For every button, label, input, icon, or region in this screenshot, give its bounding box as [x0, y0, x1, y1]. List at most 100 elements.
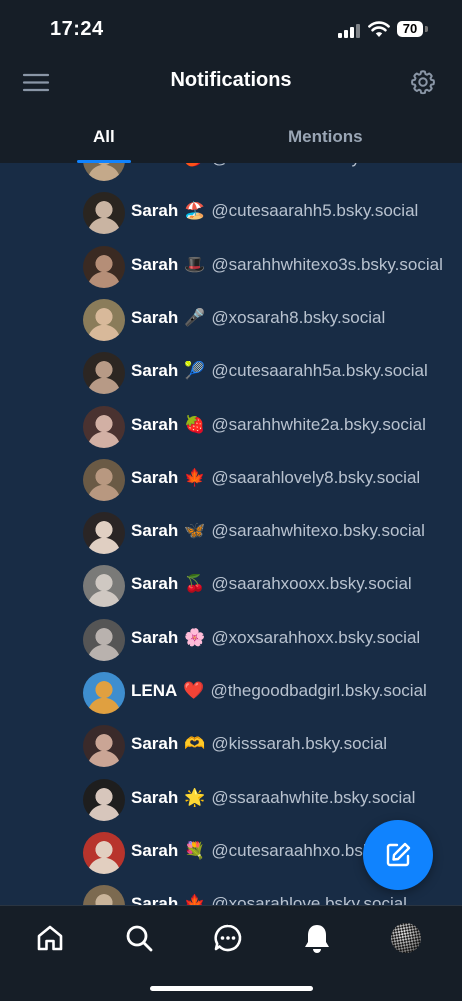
- user-display-name[interactable]: Sarah: [131, 415, 178, 434]
- status-time: 17:24: [50, 18, 104, 40]
- user-handle[interactable]: @kisssarah.bsky.social: [211, 734, 387, 753]
- search-icon: [126, 925, 153, 952]
- avatar[interactable]: [83, 725, 125, 768]
- bottom-navigation: [0, 905, 462, 1001]
- name-emoji: ❤️: [183, 681, 205, 700]
- user-handle[interactable]: @cutesaarahh5.bsky.social: [211, 201, 418, 220]
- user-handle[interactable]: @ssaraahwhite.bsky.social: [211, 788, 415, 807]
- notification-row[interactable]: Sarah 🦋 @saraahwhitexo.bsky.social: [0, 507, 462, 560]
- avatar[interactable]: [83, 298, 125, 341]
- notification-row[interactable]: Sarah 🫶 @kisssarah.bsky.social: [0, 720, 462, 773]
- notification-text: Sarah 🍓 @sarahhwhite2a.bsky.social: [131, 415, 447, 435]
- notification-row[interactable]: Sarah 🏖️ @cutesaarahh5.bsky.social: [0, 187, 462, 240]
- user-display-name[interactable]: Sarah: [131, 308, 178, 327]
- user-display-name[interactable]: Sarah: [131, 734, 178, 753]
- notification-row[interactable]: Sarah 🎾 @cutesaarahh5a.bsky.social: [0, 347, 462, 400]
- notification-row[interactable]: Sarah 🍒 @saarahxooxx.bsky.social: [0, 560, 462, 613]
- user-handle[interactable]: @sarahhwhite2a.bsky.social: [211, 415, 425, 434]
- name-emoji: 🌸: [184, 627, 206, 647]
- notification-text: Sarah 🍁 @xosarahlove.bsky.social: [131, 894, 447, 905]
- notification-row[interactable]: Sarah 🎩 @sarahhwhitexo3s.bsky.social: [0, 241, 462, 294]
- avatar[interactable]: [83, 885, 125, 905]
- notification-text: Sarah 🏖️ @cutesaarahh5.bsky.social: [131, 201, 447, 221]
- user-display-name[interactable]: Sarah: [131, 894, 178, 905]
- settings-button[interactable]: [409, 68, 437, 96]
- chat-icon: [214, 924, 242, 952]
- notification-text: LENA ❤️ @thegoodbadgirl.bsky.social: [131, 681, 447, 701]
- avatar[interactable]: [83, 405, 125, 448]
- avatar[interactable]: [83, 512, 125, 555]
- nav-notifications[interactable]: [301, 922, 333, 954]
- user-display-name[interactable]: Sarah: [131, 163, 178, 167]
- user-handle[interactable]: @saarahlovely8.bsky.social: [211, 468, 420, 487]
- user-handle[interactable]: @xoxsarahhoxx.bsky.social: [211, 628, 420, 647]
- user-handle[interactable]: @sarahhwhite.bsky.social: [211, 163, 407, 167]
- user-display-name[interactable]: Sarah: [131, 574, 178, 593]
- user-display-name[interactable]: Sarah: [131, 468, 178, 487]
- avatar[interactable]: [83, 352, 125, 395]
- user-display-name[interactable]: Sarah: [131, 201, 178, 220]
- tab-all[interactable]: All: [93, 127, 115, 147]
- user-display-name[interactable]: Sarah: [131, 788, 178, 807]
- nav-search[interactable]: [123, 922, 155, 954]
- user-display-name[interactable]: LENA: [131, 681, 177, 700]
- compose-icon: [386, 842, 411, 867]
- name-emoji: 🎾: [184, 361, 206, 381]
- notification-text: Sarah 🎤 @xosarah8.bsky.social: [131, 308, 447, 328]
- notification-row[interactable]: Sarah 🍁 @saarahlovely8.bsky.social: [0, 454, 462, 507]
- home-indicator: [150, 986, 313, 991]
- home-icon: [37, 925, 63, 951]
- notification-text: Sarah 🌸 @xoxsarahhoxx.bsky.social: [131, 628, 447, 648]
- avatar[interactable]: [83, 831, 125, 874]
- user-display-name[interactable]: Sarah: [131, 361, 178, 380]
- notification-row[interactable]: LENA ❤️ @thegoodbadgirl.bsky.social: [0, 667, 462, 720]
- notification-text: Sarah 🦋 @saraahwhitexo.bsky.social: [131, 521, 447, 541]
- notification-row[interactable]: Sarah 🌶️ @sarahhwhite.bsky.social: [0, 163, 462, 187]
- user-display-name[interactable]: Sarah: [131, 628, 178, 647]
- notification-text: Sarah 🍁 @saarahlovely8.bsky.social: [131, 468, 447, 488]
- profile-avatar: [391, 923, 421, 953]
- bell-icon: [305, 925, 329, 953]
- avatar[interactable]: [83, 565, 125, 608]
- app-header: Notifications: [0, 60, 462, 105]
- user-handle[interactable]: @cutesaarahh5a.bsky.social: [211, 361, 427, 380]
- avatar[interactable]: [83, 192, 125, 235]
- notification-row[interactable]: Sarah 🎤 @xosarah8.bsky.social: [0, 294, 462, 347]
- avatar[interactable]: [83, 163, 125, 181]
- avatar[interactable]: [83, 778, 125, 821]
- name-emoji: 💐: [184, 840, 206, 860]
- user-display-name[interactable]: Sarah: [131, 255, 178, 274]
- user-handle[interactable]: @xosarahlove.bsky.social: [211, 894, 407, 905]
- avatar[interactable]: [83, 458, 125, 501]
- user-handle[interactable]: @thegoodbadgirl.bsky.social: [210, 681, 426, 700]
- user-handle[interactable]: @saraahwhitexo.bsky.social: [211, 521, 424, 540]
- gear-icon: [411, 70, 435, 95]
- user-handle[interactable]: @saarahxooxx.bsky.social: [211, 574, 411, 593]
- user-handle[interactable]: @xosarah8.bsky.social: [211, 308, 385, 327]
- user-display-name[interactable]: Sarah: [131, 841, 178, 860]
- name-emoji: 🎩: [184, 254, 206, 274]
- notification-text: Sarah 🍒 @saarahxooxx.bsky.social: [131, 574, 447, 594]
- compose-button[interactable]: [363, 820, 433, 890]
- notification-feed[interactable]: Sarah 🌶️ @sarahhwhite.bsky.social Sarah 🏖️ @c…: [0, 163, 462, 905]
- user-display-name[interactable]: Sarah: [131, 521, 178, 540]
- wifi-icon: [368, 21, 390, 37]
- nav-chat[interactable]: [212, 922, 244, 954]
- name-emoji: 🍒: [184, 574, 206, 594]
- name-emoji: 🍁: [184, 894, 206, 905]
- notification-text: Sarah 🎩 @sarahhwhitexo3s.bsky.social: [131, 255, 447, 275]
- notification-row[interactable]: Sarah 🍓 @sarahhwhite2a.bsky.social: [0, 401, 462, 454]
- notification-row[interactable]: Sarah 🌟 @ssaraahwhite.bsky.social: [0, 774, 462, 827]
- nav-home[interactable]: [34, 922, 66, 954]
- cellular-signal-icon: [338, 24, 360, 38]
- avatar[interactable]: [83, 245, 125, 288]
- user-handle[interactable]: @sarahhwhitexo3s.bsky.social: [211, 255, 442, 274]
- tab-mentions[interactable]: Mentions: [288, 127, 363, 147]
- status-bar: 17:24 70: [0, 0, 462, 60]
- avatar[interactable]: [83, 672, 125, 714]
- notification-row[interactable]: Sarah 🌸 @xoxsarahhoxx.bsky.social: [0, 614, 462, 667]
- name-emoji: 🍓: [184, 414, 206, 434]
- nav-profile[interactable]: [390, 922, 422, 954]
- avatar[interactable]: [83, 618, 125, 661]
- notification-text: Sarah 🫶 @kisssarah.bsky.social: [131, 734, 447, 754]
